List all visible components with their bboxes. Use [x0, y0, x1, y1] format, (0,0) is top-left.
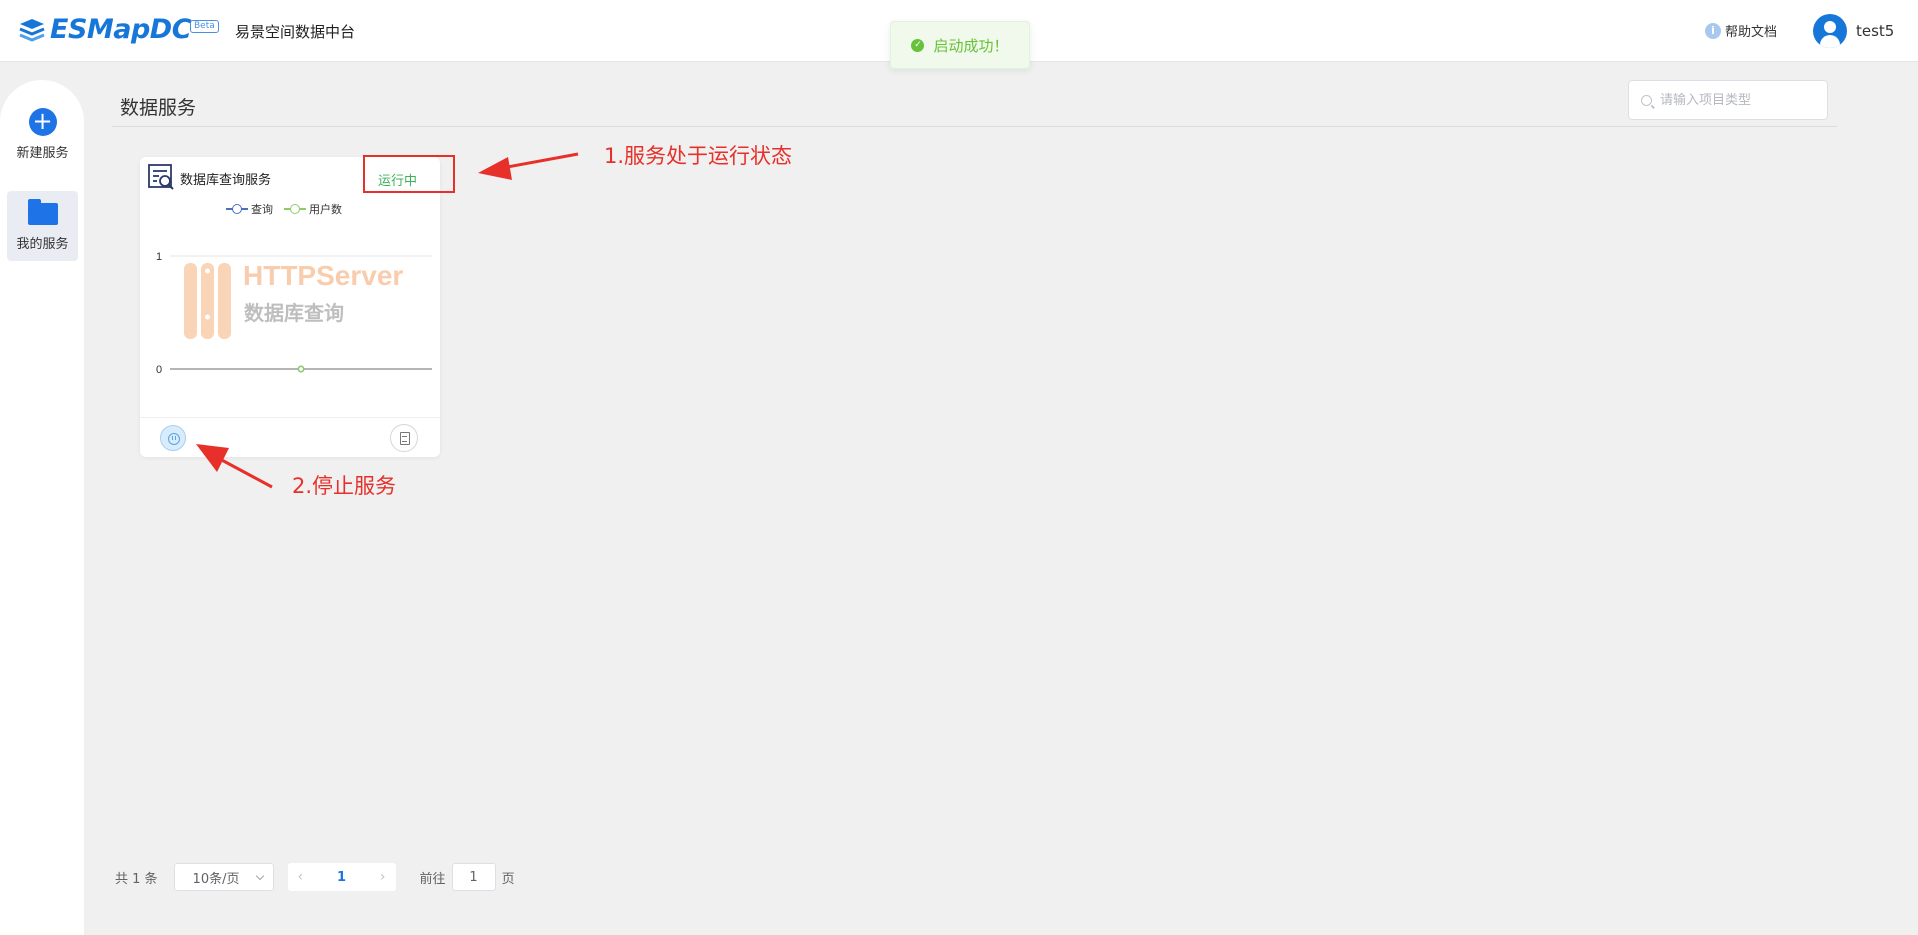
left-sidebar: + 新建服务 我的服务: [0, 80, 84, 935]
legend-label: 用户数: [309, 203, 342, 216]
search-icon: [1641, 94, 1652, 106]
chevron-down-icon: [255, 871, 264, 880]
sidebar-item-new-service[interactable]: + 新建服务: [7, 108, 78, 168]
annotation-arrows: [196, 152, 579, 489]
sidebar-item-label: 新建服务: [16, 146, 69, 161]
total-count: 共 1 条: [115, 871, 158, 887]
folder-icon: [27, 199, 58, 225]
legend-line-icon: [284, 203, 306, 215]
help-docs-link[interactable]: i 帮助文档: [1705, 21, 1777, 40]
stop-service-button[interactable]: [160, 425, 186, 451]
user-menu[interactable]: test5: [1813, 14, 1894, 48]
page-size-select[interactable]: 10条/页: [173, 863, 274, 891]
page-number-current[interactable]: 1: [337, 870, 346, 885]
watermark-subtitle: 数据库查询: [244, 301, 344, 325]
annotation-note-running: 1.服务处于运行状态: [604, 144, 793, 168]
page-navigation: ‹ 1 ›: [287, 863, 396, 891]
database-search-icon: [148, 164, 174, 190]
user-avatar-icon: [1813, 14, 1847, 48]
platform-name: 易景空间数据中台: [235, 23, 356, 41]
annotation-highlight-box: [363, 155, 455, 193]
usage-chart: HTTPServer 数据库查询 1018:19: [156, 251, 432, 375]
watermark-title: HTTPServer: [243, 260, 403, 291]
prev-page-button[interactable]: ‹: [298, 869, 304, 885]
toast-message: 启动成功！: [933, 36, 1009, 55]
chart-legend: 查询 用户数: [226, 201, 353, 217]
legend-line-icon: [226, 203, 248, 215]
data-point: [297, 365, 305, 373]
legend-item-users[interactable]: 用户数: [284, 201, 342, 217]
card-divider: [140, 417, 440, 418]
goto-page-input[interactable]: [451, 863, 496, 891]
logo-text: ESMapDC: [50, 14, 192, 45]
annotation-arrow-running: [478, 152, 579, 180]
legend-item-query[interactable]: 查询: [226, 201, 273, 217]
sidebar-item-my-services[interactable]: 我的服务: [7, 191, 78, 261]
y-tick-label: 0: [156, 364, 162, 375]
legend-label: 查询: [251, 203, 273, 216]
search-input[interactable]: [1660, 92, 1820, 108]
info-icon: i: [1705, 22, 1721, 39]
page-size-value: 10条/页: [192, 871, 240, 887]
sidebar-item-label: 我的服务: [16, 237, 69, 252]
annotation-note-stop: 2.停止服务: [292, 474, 397, 498]
httpserver-watermark: HTTPServer 数据库查询: [184, 260, 403, 339]
check-circle-icon: ✓: [911, 38, 925, 52]
esmapdc-logo[interactable]: ESMapDC: [18, 14, 192, 45]
card-title: 数据库查询服务: [180, 173, 272, 188]
y-tick-label: 1: [156, 251, 162, 263]
help-docs-label: 帮助文档: [1725, 25, 1778, 40]
next-page-button[interactable]: ›: [380, 869, 386, 885]
plus-circle-icon: +: [28, 108, 57, 136]
success-toast: ✓ 启动成功！: [890, 21, 1030, 69]
service-card[interactable]: 数据库查询服务 运行中 查询 用户数 HTTPServer 数据库查询 1018…: [140, 157, 440, 457]
search-box[interactable]: [1628, 80, 1828, 120]
page-title: 数据服务: [120, 97, 197, 119]
title-divider: [112, 126, 1837, 127]
logo-mark-icon: [19, 18, 45, 42]
beta-badge: Beta: [190, 20, 219, 33]
document-button[interactable]: [390, 424, 418, 452]
goto-label: 前往: [419, 871, 446, 887]
pagination: 共 1 条 10条/页 ‹ 1 › 前往 页: [115, 863, 515, 891]
page-unit-label: 页: [501, 871, 515, 887]
user-name: test5: [1856, 22, 1895, 40]
